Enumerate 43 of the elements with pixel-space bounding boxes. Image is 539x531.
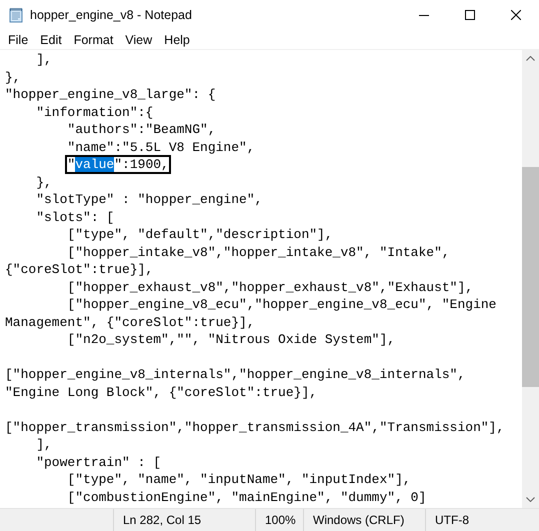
code-line: "information":{: [35, 104, 154, 121]
code-line: Management", {"coreSlot":true}],: [5, 314, 256, 331]
maximize-icon: [465, 10, 475, 20]
code-line: ["hopper_exhaust_v8","hopper_exhaust_v8","Exhaust"],: [66, 278, 474, 296]
code-line: ["type", "name", "inputName", "inputIndex"],: [66, 471, 412, 488]
notepad-icon: [8, 7, 24, 23]
code-line: ["hopper_engine_v8_internals","hopper_engine_v8_internals",: [5, 366, 466, 384]
scroll-thumb[interactable]: [522, 167, 539, 387]
menu-item[interactable]: File: [2, 30, 34, 50]
menu-item[interactable]: View: [119, 30, 158, 50]
code-line: ["type", "default","description"],: [66, 226, 334, 244]
selected-text: value: [75, 157, 114, 172]
code-line: },: [35, 174, 53, 191]
menu-item[interactable]: Help: [158, 30, 196, 50]
code-line: ],: [35, 51, 53, 68]
code-line: ["hopper_intake_v8","hopper_intake_v8", "Intake",: [66, 244, 451, 261]
code-line: {"coreSlot":true}],: [5, 261, 154, 278]
code-line: "name":"5.5L V8 Engine",: [66, 138, 256, 156]
window-title: hopper_engine_v8 - Notepad: [30, 6, 192, 24]
status-text: UTF-8: [435, 512, 469, 526]
status-text: Ln 282, Col 15: [123, 512, 202, 526]
menu-item[interactable]: Edit: [34, 30, 68, 50]
scroll-up-icon[interactable]: [526, 56, 535, 61]
code-line: ],: [35, 436, 53, 454]
close-icon: [511, 10, 521, 20]
code-line: "slotType" : "hopper_engine",: [35, 191, 264, 208]
menu-item[interactable]: Format: [68, 30, 120, 50]
status-text: 100%: [265, 512, 296, 526]
code-line: ["hopper_engine_v8_ecu","hopper_engine_v8_ecu", "Engine: [66, 296, 498, 314]
code-line: ["combustionEngine", "mainEngine", "dummy", 0]: [66, 488, 428, 506]
code-line: "powertrain" : [: [35, 454, 162, 471]
code-line: ["hopper_transmission","hopper_transmission_4A","Transmission"],: [5, 418, 506, 436]
scrollbar[interactable]: [522, 50, 539, 508]
scroll-down-icon[interactable]: [526, 497, 535, 502]
code-line: "Engine Long Block", {"coreSlot":true}],: [5, 384, 318, 401]
code-line: "hopper_engine_v8_large": {: [5, 86, 217, 104]
code-text: ": [67, 157, 76, 172]
code-line: ["n2o_system","", "Nitrous Oxide System"],: [66, 331, 396, 348]
code-line: "slots": [: [35, 208, 116, 226]
code-line: },: [5, 68, 22, 86]
status-text: Windows (CRLF): [313, 512, 404, 526]
code-text: ":1900,: [114, 157, 169, 172]
code-line: "authors":"BeamNG",: [66, 121, 217, 138]
